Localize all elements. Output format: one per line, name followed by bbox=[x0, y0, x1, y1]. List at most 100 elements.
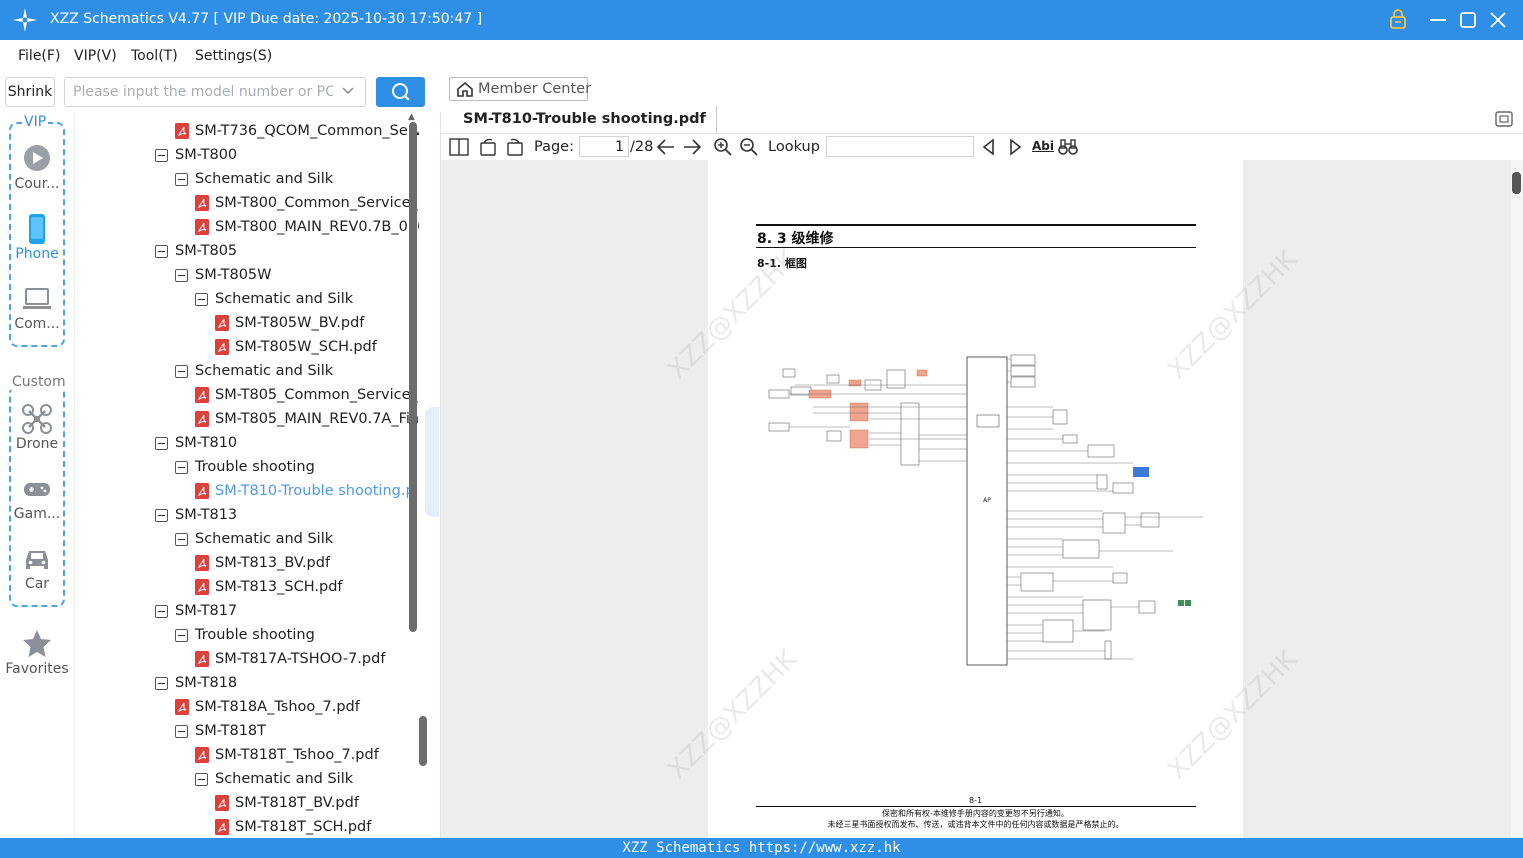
collapse-toggle-icon[interactable] bbox=[155, 436, 168, 450]
star-icon bbox=[23, 630, 51, 657]
search-button[interactable] bbox=[376, 77, 425, 107]
tree-item-label: Schematic and Silk bbox=[195, 171, 334, 187]
tree-file-item[interactable]: SM-T818T_BV.pdf bbox=[215, 791, 359, 815]
tree-folder-item[interactable]: Schematic and Silk bbox=[175, 359, 333, 383]
tree-file-item[interactable]: SM-T813_BV.pdf bbox=[195, 551, 330, 575]
collapse-toggle-icon[interactable] bbox=[155, 604, 168, 618]
collapse-toggle-icon[interactable] bbox=[195, 292, 208, 306]
pdf-heading: 8. 3 级维修 bbox=[757, 231, 834, 247]
find-next-icon[interactable] bbox=[1005, 137, 1025, 157]
tree-folder-item[interactable]: SM-T805 bbox=[155, 239, 237, 263]
tree-file-item[interactable]: SM-T805_MAIN_REV0.7A_Fin bbox=[195, 407, 419, 431]
collapse-toggle-icon[interactable] bbox=[175, 268, 188, 282]
tree-file-item[interactable]: SM-T805W_SCH.pdf bbox=[215, 335, 377, 359]
tree-item-label: SM-T818T_SCH.pdf bbox=[235, 819, 372, 835]
tree-folder-item[interactable]: Trouble shooting bbox=[175, 455, 315, 479]
tree-folder-item[interactable]: Schematic and Silk bbox=[175, 527, 333, 551]
tree-folder-item[interactable]: SM-T818 bbox=[155, 671, 237, 695]
next-page-icon[interactable] bbox=[682, 137, 702, 157]
tab-document[interactable]: SM-T810-Trouble shooting.pdf bbox=[453, 106, 717, 134]
nav-drone[interactable]: Drone bbox=[0, 404, 74, 464]
rotate-right-icon[interactable] bbox=[505, 137, 525, 157]
nav-games[interactable]: Gam... bbox=[0, 474, 74, 534]
tree-folder-item[interactable]: SM-T813 bbox=[155, 503, 237, 527]
tree-file-item[interactable]: SM-T800_Common_Service_F bbox=[195, 191, 419, 215]
collapse-toggle-icon[interactable] bbox=[175, 364, 188, 378]
pdf-footer-line2: 未经三星书面授权而发布、传送，或违背本文件中的任何内容或数据是严格禁止的。 bbox=[827, 820, 1124, 829]
tree-folder-item[interactable]: SM-T817 bbox=[155, 599, 237, 623]
scroll-up-icon[interactable]: ▲ bbox=[408, 112, 415, 122]
tree-folder-item[interactable]: SM-T810 bbox=[155, 431, 237, 455]
tree-file-item[interactable]: SM-T805_Common_Service_F bbox=[195, 383, 419, 407]
menu-settings[interactable]: Settings(S) bbox=[195, 48, 272, 64]
viewer-scrollbar[interactable] bbox=[1511, 160, 1523, 838]
collapse-toggle-icon[interactable] bbox=[195, 772, 208, 786]
tree-folder-item[interactable]: Schematic and Silk bbox=[195, 767, 353, 791]
tree-scroll-thumb[interactable] bbox=[409, 122, 417, 632]
tree-file-item[interactable]: SM-T800_MAIN_REV0.7B_050 bbox=[195, 215, 419, 239]
minimize-icon[interactable] bbox=[1426, 8, 1450, 32]
tree-file-item[interactable]: SM-T805W_BV.pdf bbox=[215, 311, 364, 335]
zoom-out-icon[interactable] bbox=[739, 137, 759, 157]
secondary-scroll-thumb[interactable] bbox=[419, 716, 427, 766]
rotate-left-icon[interactable] bbox=[478, 137, 498, 157]
member-center-button[interactable]: Member Center bbox=[449, 77, 591, 101]
lookup-label: Lookup bbox=[768, 139, 820, 155]
panel-splitter[interactable] bbox=[419, 112, 441, 838]
tree-file-item[interactable]: SM-T818A_Tshoo_7.pdf bbox=[175, 695, 360, 719]
tree-folder-item[interactable]: Schematic and Silk bbox=[175, 167, 333, 191]
nav-courses[interactable]: Cour... bbox=[0, 144, 74, 204]
collapse-handle[interactable] bbox=[425, 407, 439, 517]
pdf-file-icon bbox=[215, 795, 229, 811]
collapse-toggle-icon[interactable] bbox=[175, 460, 188, 474]
nav-computer[interactable]: Com... bbox=[0, 284, 74, 344]
zoom-in-icon[interactable] bbox=[713, 137, 733, 157]
restore-window-icon[interactable] bbox=[1495, 111, 1513, 127]
tree-file-item[interactable]: SM-T818T_Tshoo_7.pdf bbox=[195, 743, 379, 767]
menu-tool[interactable]: Tool(T) bbox=[131, 48, 178, 64]
nav-phone[interactable]: Phone bbox=[0, 214, 74, 274]
menu-file[interactable]: File(F) bbox=[18, 48, 60, 64]
viewer-scroll-thumb[interactable] bbox=[1512, 172, 1521, 194]
tree-folder-item[interactable]: SM-T818T bbox=[175, 719, 266, 743]
tree-file-item[interactable]: SM-T818T_SCH.pdf bbox=[215, 815, 371, 838]
document-tabs: SM-T810-Trouble shooting.pdf bbox=[441, 106, 1523, 134]
match-case-icon[interactable]: Abi bbox=[1032, 139, 1054, 153]
collapse-toggle-icon[interactable] bbox=[155, 676, 168, 690]
menu-vip[interactable]: VIP(V) bbox=[74, 48, 117, 64]
close-icon[interactable] bbox=[1486, 8, 1510, 32]
collapse-toggle-icon[interactable] bbox=[175, 532, 188, 546]
lookup-input[interactable] bbox=[826, 136, 974, 157]
search-icon bbox=[392, 83, 410, 101]
shrink-button[interactable]: Shrink bbox=[5, 77, 55, 107]
tree-folder-item[interactable]: SM-T800 bbox=[155, 143, 237, 167]
find-previous-icon[interactable] bbox=[979, 137, 999, 157]
page-number-input[interactable] bbox=[579, 136, 629, 157]
tree-folder-item[interactable]: Schematic and Silk bbox=[195, 287, 353, 311]
collapse-toggle-icon[interactable] bbox=[155, 508, 168, 522]
tree-file-item[interactable]: SM-T813_SCH.pdf bbox=[195, 575, 343, 599]
maximize-icon[interactable] bbox=[1456, 8, 1480, 32]
tree-file-item[interactable]: SM-T736_QCOM_Common_Service bbox=[175, 119, 419, 143]
tree-file-item[interactable]: SM-T817A-TSHOO-7.pdf bbox=[195, 647, 385, 671]
tree-folder-item[interactable]: Trouble shooting bbox=[175, 623, 315, 647]
nav-car[interactable]: Car bbox=[0, 544, 74, 604]
tree-folder-item[interactable]: SM-T805W bbox=[175, 263, 272, 287]
collapse-toggle-icon[interactable] bbox=[175, 724, 188, 738]
collapse-toggle-icon[interactable] bbox=[155, 148, 168, 162]
vip-lock-icon[interactable] bbox=[1386, 8, 1410, 32]
collapse-toggle-icon[interactable] bbox=[155, 244, 168, 258]
model-search-input[interactable] bbox=[73, 83, 333, 101]
sidebar-toggle-icon[interactable] bbox=[449, 137, 469, 157]
pdf-viewer[interactable]: 8. 3 级维修 8-1. 框图 AP 8-1 保密和所有权-本维修手册内容的变… bbox=[441, 160, 1523, 838]
collapse-toggle-icon[interactable] bbox=[175, 172, 188, 186]
binoculars-icon[interactable] bbox=[1058, 137, 1078, 157]
collapse-toggle-icon[interactable] bbox=[175, 628, 188, 642]
model-search-combobox[interactable] bbox=[64, 77, 366, 107]
tree-file-item[interactable]: SM-T810-Trouble shooting.p bbox=[195, 479, 415, 503]
nav-favorites[interactable]: Favorites bbox=[0, 629, 74, 689]
tree-item-label: SM-T800 bbox=[175, 147, 238, 163]
chevron-down-icon[interactable] bbox=[341, 84, 355, 98]
previous-page-icon[interactable] bbox=[656, 137, 676, 157]
tree-scrollbar[interactable]: ▲ bbox=[408, 112, 418, 838]
